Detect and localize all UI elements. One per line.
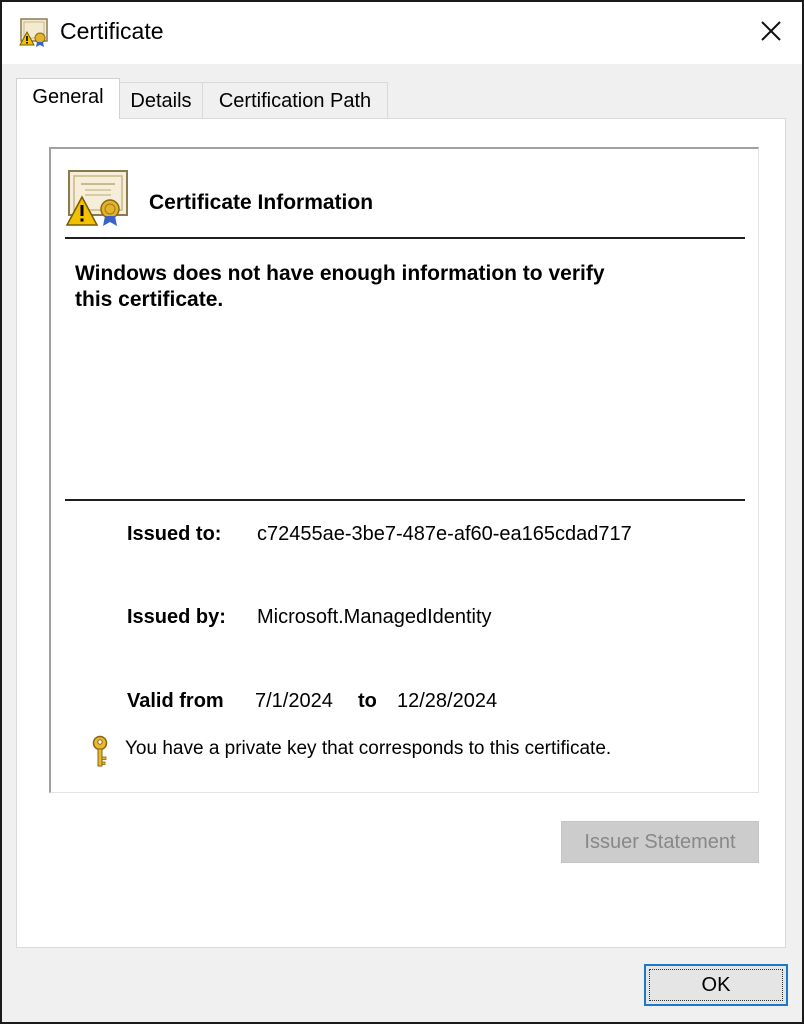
close-button[interactable]: [740, 2, 802, 60]
warning-line: this certificate.: [75, 288, 224, 311]
issued-to-value: c72455ae-3be7-487e-af60-ea165cdad717: [257, 523, 632, 545]
certificate-info-box: Certificate Information Windows does not…: [49, 147, 759, 793]
issuer-statement-button[interactable]: Issuer Statement: [561, 821, 759, 863]
ok-button[interactable]: OK: [644, 964, 788, 1006]
tab-label: Details: [130, 90, 192, 112]
certificate-dialog: Certificate General Details Certificatio…: [0, 0, 804, 1024]
verification-warning: Windows does not have enough information…: [75, 261, 715, 313]
certificate-info-title: Certificate Information: [149, 191, 374, 214]
focus-rectangle: [649, 969, 783, 1001]
tab-details[interactable]: Details: [118, 82, 204, 118]
tab-label: General: [32, 86, 104, 108]
valid-from-value: 7/1/2024: [255, 690, 333, 712]
close-icon: [761, 21, 781, 41]
valid-to-value: 12/28/2024: [397, 690, 498, 712]
divider: [65, 237, 745, 239]
divider: [65, 499, 745, 501]
general-tab-panel: Certificate Information Windows does not…: [16, 118, 786, 948]
issuer-statement-label: Issuer Statement: [584, 831, 736, 853]
private-key-text: You have a private key that corresponds …: [125, 738, 612, 759]
warning-line: Windows does not have enough information…: [75, 262, 605, 285]
tab-label: Certification Path: [218, 90, 372, 112]
valid-to-label: to: [358, 690, 377, 712]
title-bar: Certificate: [2, 2, 802, 64]
issued-by-value: Microsoft.ManagedIdentity: [257, 606, 492, 628]
key-icon: [92, 735, 108, 767]
issued-to-label: Issued to:: [127, 523, 222, 545]
window-title: Certificate: [60, 18, 164, 44]
certificate-warning-icon: [65, 170, 128, 226]
issued-by-label: Issued by:: [127, 606, 226, 628]
certificate-warning-icon: [19, 18, 48, 47]
tab-general[interactable]: General: [16, 78, 120, 119]
tab-certification-path[interactable]: Certification Path: [202, 82, 388, 118]
valid-from-label: Valid from: [127, 690, 224, 712]
